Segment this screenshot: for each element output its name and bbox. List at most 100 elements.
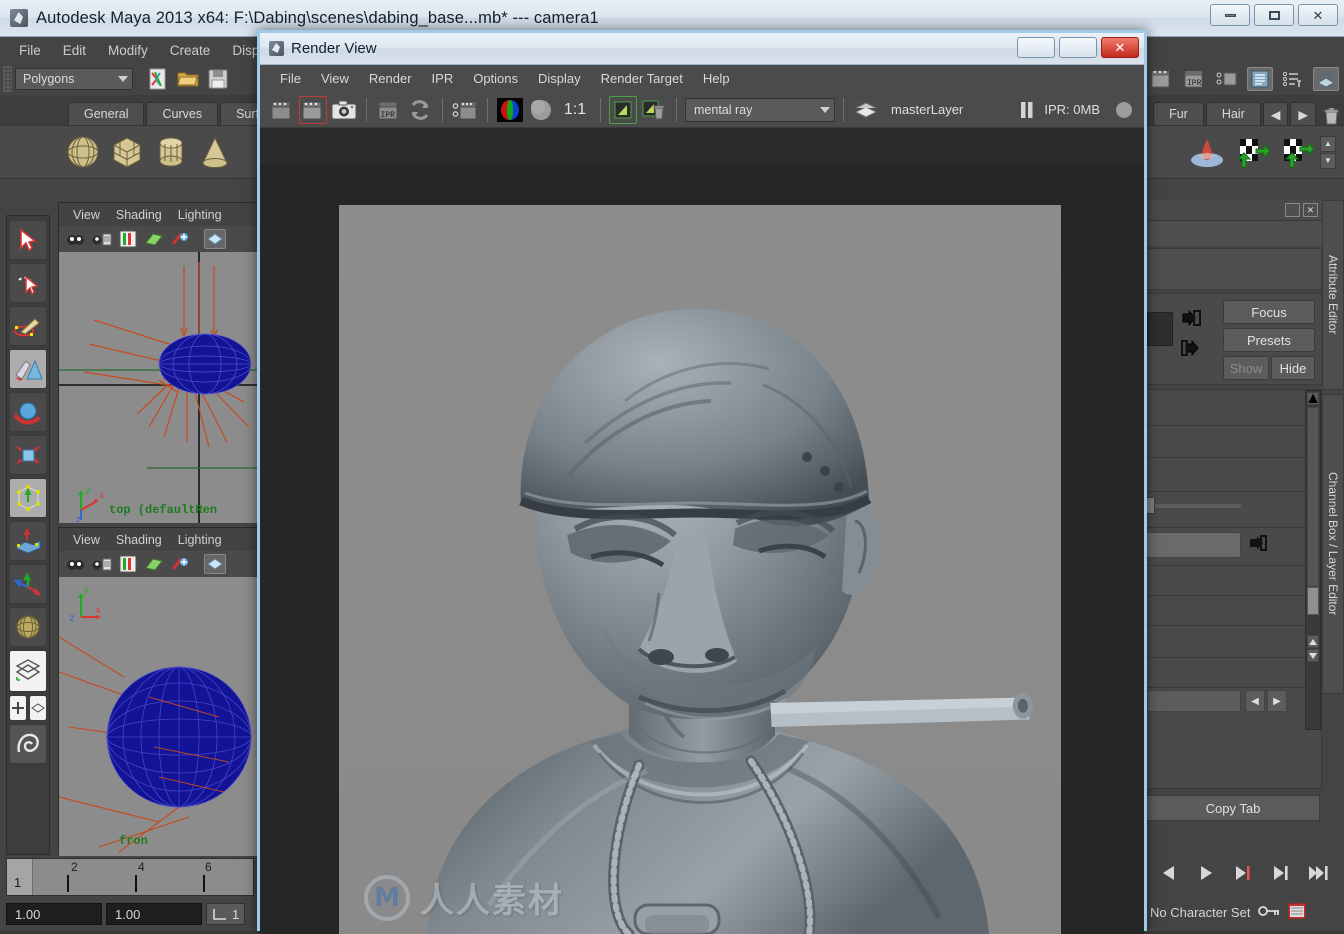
attribute-next-button[interactable]: ▶ bbox=[1267, 690, 1287, 712]
render-view-menu-help[interactable]: Help bbox=[693, 68, 740, 89]
go-to-end-button[interactable] bbox=[1306, 861, 1332, 885]
four-view-layout-button[interactable] bbox=[9, 695, 27, 721]
hypershade-icon[interactable] bbox=[1247, 67, 1273, 91]
paint-select-tool-button[interactable] bbox=[9, 306, 47, 346]
menu-create[interactable]: Create bbox=[159, 40, 222, 61]
pause-icon[interactable] bbox=[1013, 96, 1041, 124]
render-view-menu-view[interactable]: View bbox=[311, 68, 359, 89]
lighting-toggle-icon-2[interactable] bbox=[169, 554, 191, 574]
render-settings-status-icon[interactable] bbox=[1214, 67, 1240, 91]
render-current-frame-status-icon[interactable] bbox=[1148, 67, 1174, 91]
shelf-scroll-up-button[interactable]: ▲ bbox=[1320, 135, 1336, 152]
statusline-grip[interactable] bbox=[3, 66, 12, 92]
autokey-icon[interactable] bbox=[1287, 902, 1307, 922]
render-layer-icon[interactable] bbox=[852, 96, 880, 124]
shelf-prev-button[interactable]: ◀ bbox=[1262, 102, 1289, 125]
xray-toggle-icon[interactable] bbox=[204, 229, 226, 249]
ipr-render-icon[interactable]: IPR bbox=[375, 96, 403, 124]
range-start-field[interactable]: 1.00 bbox=[6, 903, 102, 925]
top-viewport-menu-view[interactable]: View bbox=[73, 208, 100, 222]
checker-arrow2-icon[interactable] bbox=[1276, 133, 1315, 171]
attribute-scroll-up-button[interactable]: ▲ bbox=[1305, 390, 1321, 407]
checker-arrow-icon[interactable] bbox=[1232, 133, 1271, 171]
render-region-icon[interactable] bbox=[268, 96, 296, 124]
render-view-menu-ipr[interactable]: IPR bbox=[422, 68, 464, 89]
front-viewport-menu-shading[interactable]: Shading bbox=[116, 533, 162, 547]
menu-edit[interactable]: Edit bbox=[52, 40, 97, 61]
camera-settings-icon-2[interactable] bbox=[91, 554, 113, 574]
copy-tab-arrow-icon[interactable] bbox=[1181, 339, 1201, 361]
outliner-view-layout-button[interactable] bbox=[29, 695, 47, 721]
focus-button[interactable]: Focus bbox=[1223, 300, 1315, 324]
render-view-menu-display[interactable]: Display bbox=[528, 68, 591, 89]
camera-settings-icon[interactable] bbox=[91, 229, 113, 249]
snapshot-icon[interactable] bbox=[330, 96, 358, 124]
scale-tool-button[interactable] bbox=[9, 435, 47, 475]
copy-tab-button[interactable]: Copy Tab bbox=[1146, 795, 1320, 821]
time-slider[interactable]: 1 2 4 6 bbox=[6, 858, 254, 896]
attribute-scroll-down-button[interactable] bbox=[1307, 649, 1319, 662]
maya-minimize-button[interactable] bbox=[1210, 4, 1250, 26]
close-icon[interactable]: ✕ bbox=[1303, 203, 1318, 217]
render-view-menu-options[interactable]: Options bbox=[463, 68, 528, 89]
move-tool-button[interactable] bbox=[9, 349, 47, 389]
anim-preference-icon[interactable] bbox=[212, 907, 228, 921]
shelf-tab-fur[interactable]: Fur bbox=[1153, 102, 1204, 125]
ipr-render-status-icon[interactable]: IPR bbox=[1181, 67, 1207, 91]
render-view-menu-render[interactable]: Render bbox=[359, 68, 422, 89]
cube-icon[interactable] bbox=[108, 133, 146, 171]
cone-icon[interactable] bbox=[196, 133, 234, 171]
last-tool-button[interactable] bbox=[9, 564, 47, 604]
render-image-canvas[interactable]: M 人人素材 bbox=[339, 205, 1061, 934]
image-plane-icon[interactable] bbox=[117, 229, 139, 249]
maya-close-button[interactable]: ✕ bbox=[1298, 4, 1338, 26]
maya-maximize-button[interactable] bbox=[1254, 4, 1294, 26]
menuset-selector[interactable]: Polygons bbox=[15, 68, 133, 90]
shelf-tab-curves[interactable]: Curves bbox=[146, 102, 219, 125]
range-end-field[interactable]: 1.00 bbox=[106, 903, 202, 925]
restore-icon[interactable]: restore-icon bbox=[1285, 203, 1300, 217]
play-forward-button[interactable] bbox=[1193, 861, 1219, 885]
script-editor-icon[interactable] bbox=[145, 67, 171, 91]
next-frame-button[interactable] bbox=[1269, 861, 1295, 885]
attribute-slider-track[interactable] bbox=[1147, 504, 1241, 508]
attribute-scroll-grip[interactable] bbox=[1307, 587, 1319, 615]
menu-file[interactable]: File bbox=[8, 40, 52, 61]
attribute-editor-toggle-icon[interactable] bbox=[1280, 67, 1306, 91]
shelf-tab-hair[interactable]: Hair bbox=[1205, 102, 1261, 125]
shelf-tab-general[interactable]: General bbox=[68, 102, 145, 125]
top-viewport-menu-lighting[interactable]: Lighting bbox=[178, 208, 222, 222]
shelf-next-button[interactable]: ▶ bbox=[1290, 102, 1316, 125]
cylinder-icon[interactable] bbox=[152, 133, 190, 171]
pixel-ratio-label[interactable]: 1:1 bbox=[558, 96, 592, 124]
rotate-tool-button[interactable] bbox=[9, 392, 47, 432]
remove-image-icon[interactable] bbox=[640, 96, 668, 124]
open-scene-icon[interactable] bbox=[175, 67, 201, 91]
range-end-field-2[interactable]: 1 bbox=[232, 907, 239, 922]
show-button[interactable]: Show bbox=[1223, 356, 1269, 380]
render-view-menu-render-target[interactable]: Render Target bbox=[591, 68, 693, 89]
grid-toggle-icon-2[interactable] bbox=[143, 554, 165, 574]
select-tool-button[interactable] bbox=[9, 220, 47, 260]
shelf-scroll-down-button[interactable]: ▼ bbox=[1320, 152, 1336, 169]
refresh-render-icon[interactable] bbox=[406, 96, 434, 124]
attribute-scrollbar[interactable]: ▲ bbox=[1305, 390, 1321, 730]
single-view-layout-button[interactable] bbox=[9, 650, 47, 692]
rgb-channels-icon[interactable] bbox=[496, 96, 524, 124]
save-scene-icon[interactable] bbox=[205, 67, 231, 91]
attribute-scroll-thumb[interactable] bbox=[1307, 407, 1319, 587]
render-view-minimize-button[interactable] bbox=[1017, 37, 1055, 58]
keep-image-icon[interactable] bbox=[609, 95, 637, 124]
maya-logo-icon[interactable] bbox=[9, 724, 47, 764]
load-attributes-icon[interactable] bbox=[1181, 309, 1201, 331]
tab-channel-box-layer-editor[interactable]: Channel Box / Layer Editor bbox=[1322, 394, 1344, 694]
attribute-scroll-up-button-2[interactable] bbox=[1307, 635, 1319, 648]
xray-toggle-icon-2[interactable] bbox=[204, 554, 226, 574]
attribute-text-field[interactable] bbox=[1147, 690, 1241, 712]
render-settings-icon[interactable] bbox=[451, 96, 479, 124]
trash-icon[interactable] bbox=[1318, 108, 1344, 125]
channel-box-toggle-icon[interactable] bbox=[1313, 67, 1339, 91]
menu-modify[interactable]: Modify bbox=[97, 40, 159, 61]
front-viewport-canvas[interactable]: y x z fron bbox=[59, 577, 257, 856]
key-icon[interactable] bbox=[1258, 904, 1280, 921]
